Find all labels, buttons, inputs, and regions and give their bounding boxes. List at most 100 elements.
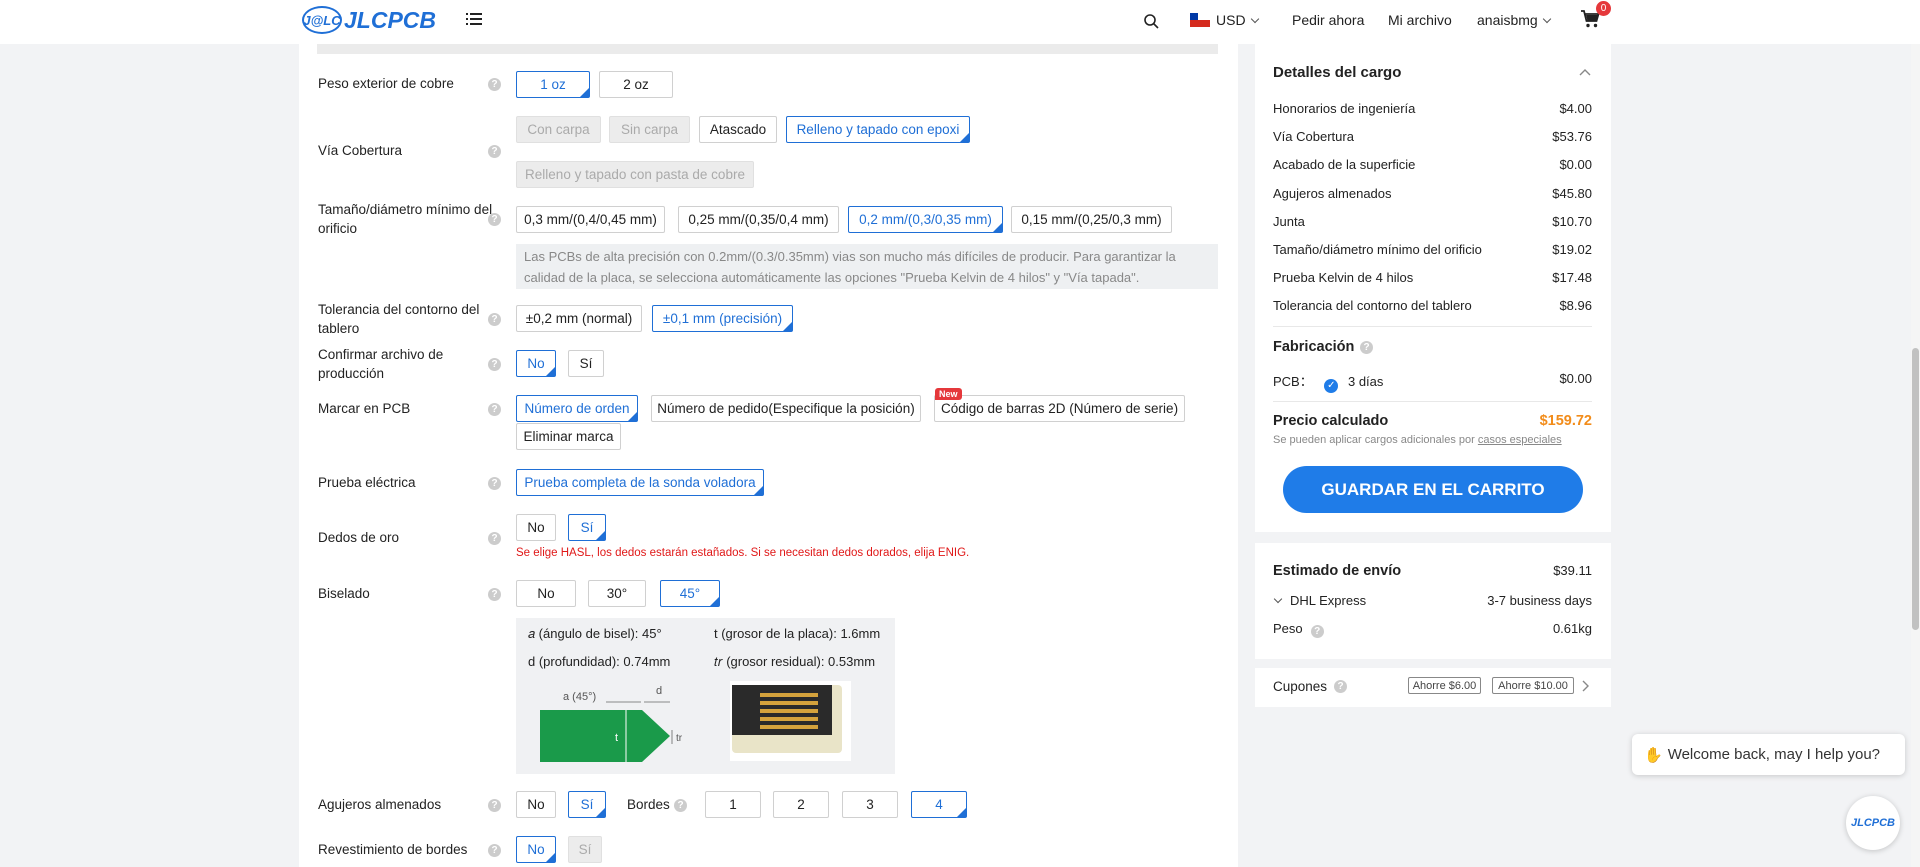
edge-plating-yes-option[interactable]: Sí bbox=[568, 836, 602, 863]
chile-flag-icon bbox=[1190, 13, 1210, 27]
help-icon[interactable]: ? bbox=[488, 213, 501, 226]
help-icon[interactable]: ? bbox=[1310, 625, 1324, 638]
edges-1-option[interactable]: 1 bbox=[705, 791, 761, 818]
help-icon[interactable]: ? bbox=[488, 588, 501, 601]
edges-3-option[interactable]: 3 bbox=[842, 791, 898, 818]
chat-welcome-bubble[interactable]: ✋ Welcome back, may I help you? bbox=[1632, 734, 1905, 775]
top-navbar: J@LC JLCPCB USD Pedir ahora Mi archivo a… bbox=[0, 0, 1920, 44]
edge-plating-no-option[interactable]: No bbox=[516, 836, 556, 863]
mark-order-number-option[interactable]: Número de orden bbox=[516, 395, 638, 422]
menu-icon[interactable] bbox=[466, 12, 482, 26]
user-menu[interactable]: anaisbmg bbox=[1477, 12, 1551, 28]
delivery-eta: 3-7 business days bbox=[1487, 593, 1592, 608]
help-icon[interactable]: ? bbox=[488, 313, 501, 326]
coupon-tag[interactable]: Ahorre $6.00 bbox=[1408, 677, 1481, 694]
castellated-yes-option[interactable]: Sí bbox=[568, 791, 606, 818]
hole-0-3-option[interactable]: 0,3 mm/(0,4/0,45 mm) bbox=[516, 206, 665, 233]
charge-price: $4.00 bbox=[1559, 101, 1592, 116]
mark-2d-barcode-option[interactable]: Código de barras 2D (Número de serie) bbox=[934, 395, 1185, 422]
gold-yes-option[interactable]: Sí bbox=[568, 514, 606, 541]
help-icon[interactable]: ? bbox=[488, 403, 501, 416]
bevel-45-option[interactable]: 45° bbox=[660, 580, 720, 607]
board-thickness-text: t (grosor de la placa): 1.6mm bbox=[714, 626, 881, 641]
confirm-production-file-label: Confirmar archivo de producción bbox=[318, 347, 444, 381]
coupons-label: Cupones bbox=[1273, 679, 1328, 694]
charge-details-panel bbox=[1255, 44, 1611, 532]
jlcpcb-logo[interactable]: J@LC JLCPCB bbox=[302, 6, 436, 34]
via-copper-paste-option[interactable]: Relleno y tapado con pasta de cobre bbox=[516, 161, 754, 188]
charge-details-title: Detalles del cargo bbox=[1273, 64, 1402, 81]
castellated-no-option[interactable]: No bbox=[516, 791, 556, 818]
gold-fingers-label: Dedos de oro bbox=[318, 530, 400, 545]
nav-order-now[interactable]: Pedir ahora bbox=[1292, 12, 1364, 28]
coupon-tag[interactable]: Ahorre $10.00 bbox=[1492, 677, 1574, 694]
help-icon[interactable]: ? bbox=[488, 844, 501, 857]
confirm-no-option[interactable]: No bbox=[516, 350, 556, 377]
extra-charges-text: Se pueden aplicar cargos adicionales por bbox=[1273, 434, 1475, 446]
special-cases-link[interactable]: casos especiales bbox=[1478, 434, 1562, 446]
tolerance-precision-option[interactable]: ±0,1 mm (precisión) bbox=[652, 305, 793, 332]
via-tented-option[interactable]: Con carpa bbox=[516, 116, 601, 143]
help-icon[interactable]: ? bbox=[488, 145, 501, 158]
calculated-price-value: $159.72 bbox=[1539, 413, 1592, 429]
calculated-price-label: Precio calculado bbox=[1273, 413, 1389, 429]
fabrication-row: PCB： ✓ 3 días $0.00 bbox=[1273, 371, 1592, 393]
help-icon[interactable]: ? bbox=[1334, 680, 1347, 693]
charge-name: Honorarios de ingeniería bbox=[1273, 101, 1416, 116]
chevron-down-icon bbox=[1250, 14, 1259, 24]
gold-no-option[interactable]: No bbox=[516, 514, 556, 541]
scrollbar-thumb[interactable] bbox=[1912, 348, 1919, 630]
mark-on-pcb-label: Marcar en PCB bbox=[318, 401, 411, 416]
confirm-yes-option[interactable]: Sí bbox=[568, 350, 604, 377]
via-epoxy-filled-option[interactable]: Relleno y tapado con epoxi bbox=[786, 116, 970, 143]
chat-avatar-button[interactable]: JLCPCB bbox=[1846, 796, 1900, 850]
charge-price: $19.02 bbox=[1552, 242, 1592, 257]
bevel-no-option[interactable]: No bbox=[516, 580, 576, 607]
bevel-diagram: a (45°) d t tr bbox=[540, 685, 683, 762]
help-icon[interactable]: ? bbox=[674, 799, 687, 812]
help-icon[interactable]: ? bbox=[488, 477, 501, 490]
shipping-header-row: Estimado de envío $39.11 bbox=[1273, 563, 1592, 579]
help-icon[interactable]: ? bbox=[488, 358, 501, 371]
min-hole-size-label: Tamaño/diámetro mínimo del orificio bbox=[318, 202, 493, 236]
chevron-right-icon[interactable] bbox=[1581, 680, 1589, 692]
copper-2oz-option[interactable]: 2 oz bbox=[599, 71, 673, 98]
fabrication-pcb-label: PCB： bbox=[1273, 374, 1313, 389]
high-precision-note: Las PCBs de alta precisión con 0.2mm/(0.… bbox=[516, 244, 1218, 289]
charge-price: $0.00 bbox=[1559, 157, 1592, 172]
save-to-cart-button[interactable]: GUARDAR EN EL CARRITO bbox=[1283, 466, 1583, 513]
mark-specify-position-option[interactable]: Número de pedido(Especifique la posición… bbox=[651, 395, 921, 422]
bevel-depth-text: d (profundidad): 0.74mm bbox=[528, 654, 671, 669]
charge-price: $53.76 bbox=[1552, 129, 1592, 144]
search-icon[interactable] bbox=[1144, 14, 1159, 29]
carrier-selector[interactable]: DHL Express bbox=[1273, 593, 1366, 608]
via-plugged-option[interactable]: Atascado bbox=[699, 116, 777, 143]
hole-0-15-option[interactable]: 0,15 mm/(0,25/0,3 mm) bbox=[1011, 206, 1172, 233]
help-icon[interactable]: ? bbox=[488, 799, 501, 812]
hole-0-2-option[interactable]: 0,2 mm/(0,3/0,35 mm) bbox=[848, 206, 1003, 233]
edges-2-option[interactable]: 2 bbox=[773, 791, 829, 818]
via-untented-option[interactable]: Sin carpa bbox=[609, 116, 690, 143]
charge-price: $45.80 bbox=[1552, 186, 1592, 201]
edges-4-option[interactable]: 4 bbox=[911, 791, 967, 818]
copper-1oz-option[interactable]: 1 oz bbox=[516, 71, 590, 98]
help-icon[interactable]: ? bbox=[488, 532, 501, 545]
carrier-row[interactable]: DHL Express 3-7 business days bbox=[1273, 593, 1592, 608]
diagram-thickness-label: t bbox=[615, 732, 618, 744]
flying-probe-option[interactable]: Prueba completa de la sonda voladora bbox=[516, 469, 764, 496]
chevron-up-icon[interactable] bbox=[1579, 68, 1591, 76]
gold-fingers-warning: Se elige HASL, los dedos estarán estañad… bbox=[516, 547, 970, 559]
help-icon[interactable]: ? bbox=[1360, 341, 1373, 354]
charge-row: Junta $10.70 bbox=[1273, 214, 1592, 229]
outline-tolerance-label: Tolerancia del contorno del tablero bbox=[318, 302, 480, 336]
cart-count-badge: 0 bbox=[1596, 1, 1611, 16]
nav-my-file[interactable]: Mi archivo bbox=[1388, 12, 1452, 28]
currency-selector[interactable]: USD bbox=[1190, 12, 1259, 28]
charge-name: Junta bbox=[1273, 214, 1305, 229]
tolerance-normal-option[interactable]: ±0,2 mm (normal) bbox=[516, 305, 642, 332]
charge-row: Prueba Kelvin de 4 hilos $17.48 bbox=[1273, 270, 1592, 285]
bevel-30-option[interactable]: 30° bbox=[588, 580, 646, 607]
mark-remove-option[interactable]: Eliminar marca bbox=[516, 423, 621, 450]
help-icon[interactable]: ? bbox=[488, 78, 501, 91]
hole-0-25-option[interactable]: 0,25 mm/(0,35/0,4 mm) bbox=[678, 206, 839, 233]
